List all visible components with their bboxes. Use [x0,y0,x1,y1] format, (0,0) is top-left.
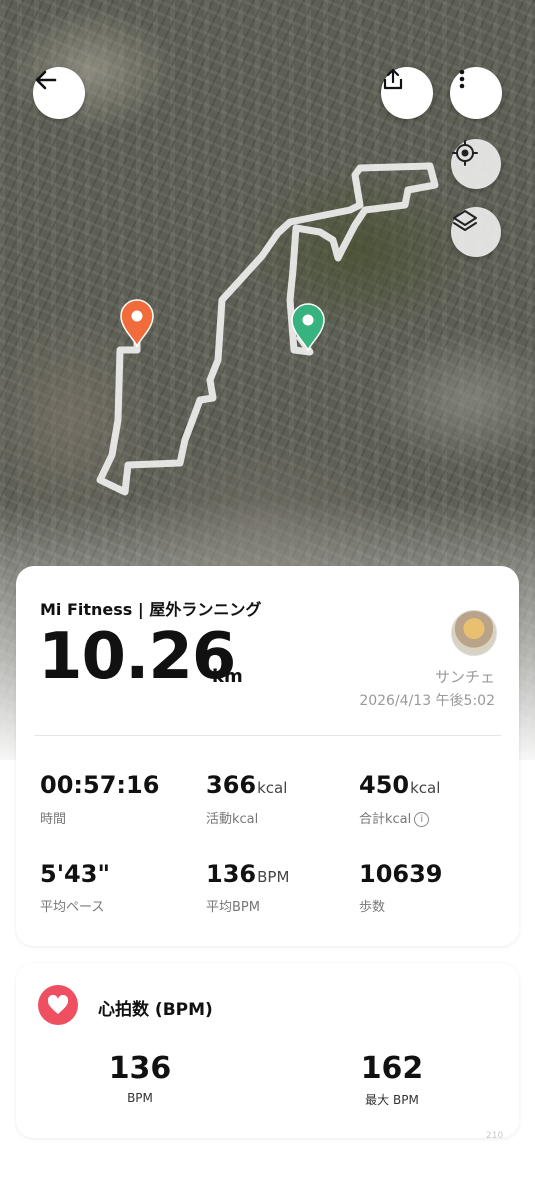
distance-unit: km [212,666,243,687]
heart-rate-title: 心拍数 (BPM) [98,1000,213,1020]
stat-active-kcal-value: 366kcal [206,771,288,799]
stat-steps-value: 10639 [359,860,443,888]
locate-button[interactable] [451,139,501,189]
share-button[interactable] [381,67,433,119]
stat-avg-bpm-label: 平均BPM [206,900,260,915]
avatar[interactable] [451,610,497,656]
more-options-button[interactable] [450,67,502,119]
end-marker-icon [120,299,154,348]
stat-total-kcal-value: 450kcal [359,771,441,799]
layers-icon [453,210,477,231]
distance-value: 10.26 [38,620,236,694]
stat-avg-bpm-value: 136BPM [206,860,290,888]
workout-datetime: 2026/4/13 午後5:02 [359,693,495,709]
hr-avg-label: BPM [127,1091,153,1105]
map-layers-button[interactable] [451,207,501,257]
hr-max-value: 162 [360,1051,424,1086]
stat-avg-pace-value: 5'43" [40,860,110,888]
chart-axis-value: 210 [486,1131,504,1141]
stat-steps-label: 歩数 [359,900,386,915]
share-icon [383,68,403,90]
divider [34,735,501,736]
info-icon[interactable]: i [414,812,430,827]
app-title: Mi Fitness | 屋外ランニング [40,600,262,619]
stat-avg-pace-label: 平均ペース [40,900,105,915]
more-vertical-icon [459,69,465,89]
arrow-left-icon [35,70,57,90]
stat-active-kcal-label: 活動kcal [206,812,259,827]
stat-duration-value: 00:57:16 [40,771,160,799]
heart-icon [38,985,78,1025]
heart-rate-card[interactable]: 心拍数 (BPM) 136 BPM 162 最大 BPM [16,963,519,1138]
stat-total-kcal-label[interactable]: 合計kcal i [359,808,430,827]
hr-avg-value: 136 [108,1051,172,1086]
workout-summary-card: Mi Fitness | 屋外ランニング 10.26 km サンチェ 2026/… [16,566,519,946]
run-route [96,162,439,496]
locate-icon [452,140,478,166]
back-button[interactable] [33,67,85,119]
user-name: サンチェ [434,668,495,686]
stat-duration-label: 時間 [40,812,67,827]
hr-max-label: 最大 BPM [365,1093,419,1107]
